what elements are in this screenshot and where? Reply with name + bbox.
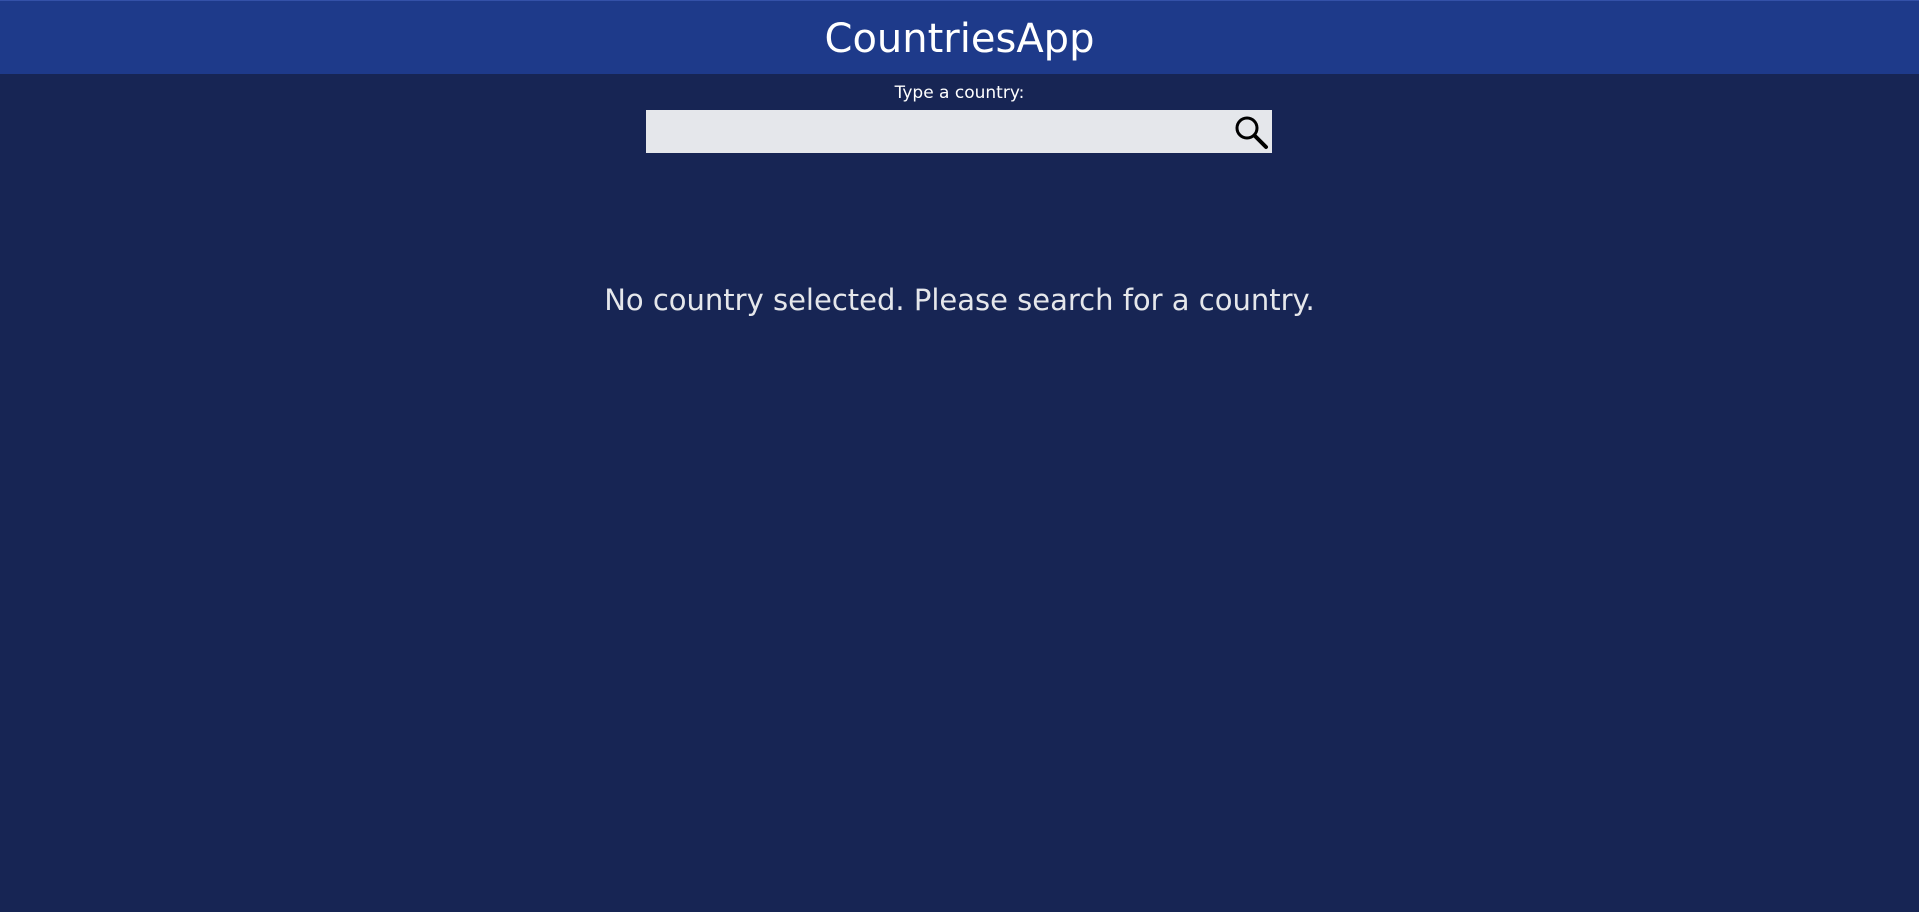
- app-header: CountriesApp: [0, 0, 1919, 74]
- country-search-input[interactable]: [646, 110, 1226, 153]
- search-label: Type a country:: [894, 83, 1025, 103]
- search-button[interactable]: [1229, 110, 1272, 153]
- app-title: CountriesApp: [824, 16, 1095, 62]
- empty-state-message: No country selected. Please search for a…: [604, 283, 1315, 317]
- search-box: [646, 110, 1272, 153]
- search-icon: [1235, 116, 1268, 149]
